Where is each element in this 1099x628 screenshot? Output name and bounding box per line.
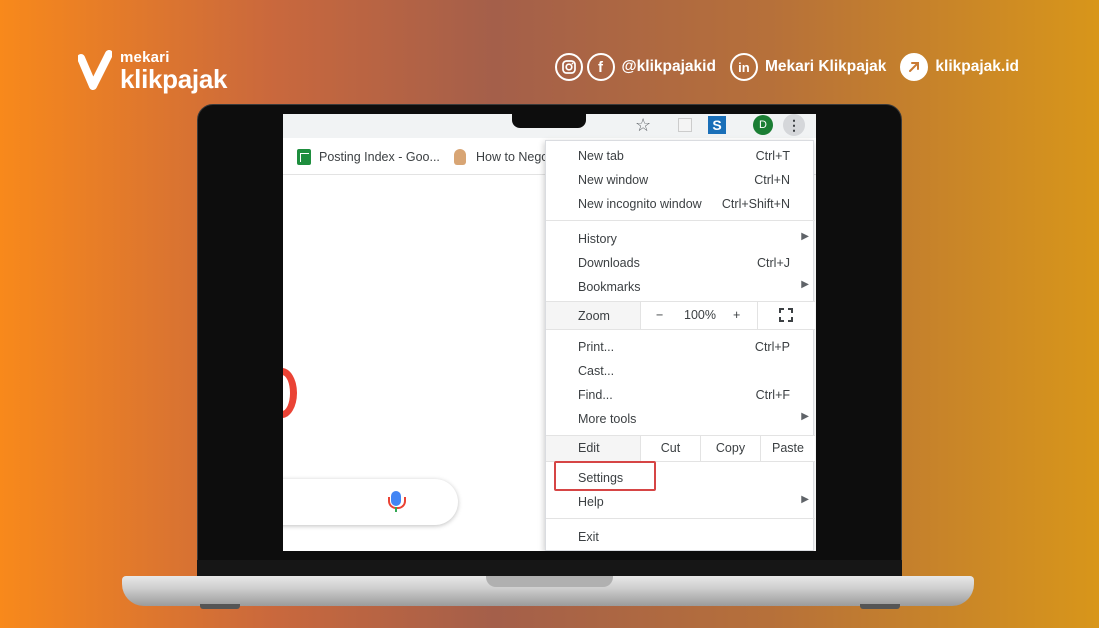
menu-item-cast[interactable]: Cast... <box>546 360 815 382</box>
microphone-icon[interactable] <box>388 491 406 512</box>
menu-item-help[interactable]: Help ▶ <box>546 491 815 513</box>
extension-icon[interactable] <box>678 118 692 132</box>
checkmark-logo-icon <box>78 50 112 90</box>
instagram-icon[interactable] <box>554 53 583 81</box>
menu-item-label: Exit <box>578 530 599 544</box>
menu-item-new-window[interactable]: New window Ctrl+N <box>546 169 815 191</box>
menu-item-downloads[interactable]: Downloads Ctrl+J <box>546 252 815 274</box>
paste-button[interactable]: Paste <box>760 436 815 461</box>
menu-item-shortcut: Ctrl+P <box>754 340 790 354</box>
social-links: f @klikpajakid in Mekari Klikpajak klikp… <box>554 53 1019 81</box>
copy-button[interactable]: Copy <box>700 436 760 461</box>
menu-item-label: New window <box>578 173 649 187</box>
edit-row: Edit Cut Copy Paste <box>546 435 815 462</box>
brand-name: klikpajak <box>120 64 228 94</box>
zoom-controls: − 100% + <box>640 302 765 329</box>
more-menu-icon[interactable]: ⋮ <box>783 114 805 136</box>
menu-item-label: History <box>578 232 617 246</box>
menu-item-find[interactable]: Find... Ctrl+F <box>546 384 815 406</box>
menu-item-print[interactable]: Print... Ctrl+P <box>546 336 815 358</box>
zoom-row: Zoom − 100% + <box>546 301 815 330</box>
menu-item-more-tools[interactable]: More tools ▶ <box>546 408 815 430</box>
menu-separator <box>546 220 815 221</box>
menu-item-history[interactable]: History ▶ <box>546 228 815 250</box>
submenu-arrow-icon: ▶ <box>801 494 809 505</box>
submenu-arrow-icon: ▶ <box>801 411 809 422</box>
facebook-icon[interactable]: f <box>586 53 615 81</box>
laptop-foot <box>860 604 900 609</box>
bookmark-label: How to Nego <box>476 150 549 164</box>
fullscreen-button[interactable] <box>757 302 815 329</box>
bookmark-item[interactable]: How to Nego <box>454 149 548 165</box>
bookmark-label: Posting Index - Goo... <box>319 150 440 164</box>
external-link-icon[interactable] <box>900 53 929 81</box>
menu-item-label: New incognito window <box>578 197 702 211</box>
menu-item-shortcut: Ctrl+T <box>755 149 790 163</box>
zoom-out-button[interactable]: − <box>656 308 663 322</box>
laptop-hinge-notch <box>486 576 613 587</box>
menu-item-label: Cast... <box>578 364 615 378</box>
menu-separator <box>546 518 815 519</box>
extension-s-icon[interactable]: S <box>708 116 726 134</box>
website-label[interactable]: klikpajak.id <box>935 58 1019 76</box>
menu-item-shortcut: Ctrl+F <box>755 388 790 402</box>
menu-item-new-incognito[interactable]: New incognito window Ctrl+Shift+N <box>546 193 815 215</box>
fullscreen-icon <box>779 308 793 322</box>
menu-item-shortcut: Ctrl+J <box>757 256 790 270</box>
linkedin-icon[interactable]: in <box>729 53 758 81</box>
cut-button[interactable]: Cut <box>640 436 700 461</box>
menu-item-label: Help <box>578 495 604 509</box>
menu-item-label: Print... <box>578 340 615 354</box>
zoom-level: 100% <box>684 308 716 322</box>
zoom-in-button[interactable]: + <box>733 308 740 322</box>
menu-item-shortcut: Ctrl+N <box>754 173 790 187</box>
sheets-icon <box>297 149 311 165</box>
camera-notch <box>512 110 586 128</box>
laptop-foot <box>200 604 240 609</box>
menu-item-label: More tools <box>578 412 637 426</box>
search-box[interactable] <box>283 479 458 525</box>
menu-item-exit[interactable]: Exit <box>546 526 815 548</box>
profile-avatar[interactable]: D <box>753 115 773 135</box>
menu-item-label: Downloads <box>578 256 640 270</box>
submenu-arrow-icon: ▶ <box>801 279 809 290</box>
menu-item-bookmarks[interactable]: Bookmarks ▶ <box>546 276 815 298</box>
menu-item-label: Find... <box>578 388 613 402</box>
instagram-handle[interactable]: @klikpajakid <box>622 58 716 76</box>
menu-item-shortcut: Ctrl+Shift+N <box>721 197 790 211</box>
hand-icon <box>454 149 466 165</box>
browser-screen: ☆ S D ⋮ Posting Index - Goo... How to Ne… <box>283 114 816 551</box>
chrome-main-menu: New tab Ctrl+T New window Ctrl+N New inc… <box>545 140 815 551</box>
menu-item-label: New tab <box>578 149 624 163</box>
edit-label: Edit <box>578 441 600 455</box>
menu-item-new-tab[interactable]: New tab Ctrl+T <box>546 145 815 167</box>
brand-mekari: mekari <box>120 49 170 66</box>
linkedin-label[interactable]: Mekari Klikpajak <box>765 58 886 76</box>
klikpajak-logo: mekari klikpajak <box>78 50 227 92</box>
bookmark-star-icon[interactable]: ☆ <box>635 115 651 136</box>
submenu-arrow-icon: ▶ <box>801 231 809 242</box>
zoom-label: Zoom <box>578 309 610 323</box>
settings-highlight-box <box>554 461 656 491</box>
bookmark-item[interactable]: Posting Index - Goo... <box>297 149 440 165</box>
menu-item-label: Bookmarks <box>578 280 641 294</box>
google-logo-fragment <box>283 368 297 418</box>
